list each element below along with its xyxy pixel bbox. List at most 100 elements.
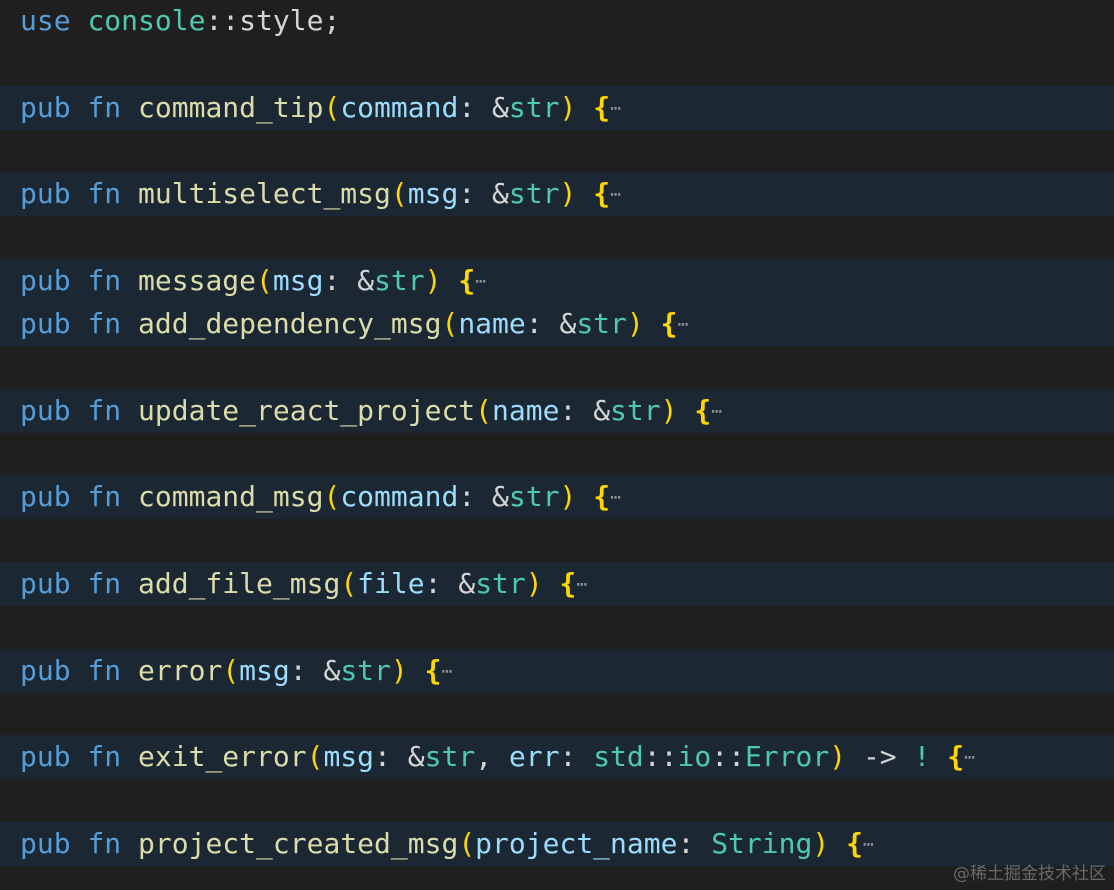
function-name: command_tip bbox=[138, 90, 324, 124]
code-token: : bbox=[677, 826, 712, 860]
code-token: str bbox=[610, 393, 661, 427]
code-token: name bbox=[492, 393, 560, 427]
folded-code-line[interactable]: pub fn multiselect_msg(msg: &str) {⋯ bbox=[0, 172, 1114, 217]
fold-ellipsis-icon[interactable]: ⋯ bbox=[610, 98, 621, 119]
code-line[interactable] bbox=[0, 129, 1114, 173]
code-line[interactable] bbox=[0, 432, 1114, 476]
code-token: ( bbox=[323, 90, 341, 124]
keyword-token: pub bbox=[20, 177, 71, 211]
code-token: ) bbox=[559, 480, 577, 514]
code-token: & bbox=[458, 566, 476, 600]
code-token: ) bbox=[559, 90, 577, 124]
code-token: Error bbox=[744, 740, 830, 774]
function-name: project_created_msg bbox=[138, 826, 459, 860]
code-token: : bbox=[559, 740, 594, 774]
folded-code-line[interactable]: pub fn add_dependency_msg(name: &str) {⋯ bbox=[0, 302, 1114, 347]
code-token: msg bbox=[272, 263, 324, 297]
keyword-token: pub bbox=[20, 480, 71, 514]
code-token: & bbox=[559, 307, 577, 341]
fold-ellipsis-icon[interactable]: ⋯ bbox=[610, 184, 621, 205]
code-token: console bbox=[87, 4, 206, 37]
keyword-token: pub bbox=[20, 566, 71, 600]
code-line[interactable] bbox=[0, 42, 1114, 86]
code-token: : bbox=[458, 90, 493, 124]
code-token: ) bbox=[660, 393, 678, 427]
code-token: file bbox=[357, 566, 425, 600]
code-token: ( bbox=[475, 393, 493, 427]
code-token: & bbox=[407, 740, 425, 774]
fold-ellipsis-icon[interactable]: ⋯ bbox=[863, 834, 874, 855]
function-name: update_react_project bbox=[138, 393, 476, 427]
code-token: : bbox=[458, 177, 493, 211]
folded-code-line[interactable]: pub fn message(msg: &str) {⋯ bbox=[0, 258, 1114, 303]
code-line[interactable] bbox=[0, 692, 1114, 736]
fold-ellipsis-icon[interactable]: ⋯ bbox=[677, 314, 688, 335]
fold-ellipsis-icon[interactable]: ⋯ bbox=[711, 401, 722, 422]
code-line[interactable] bbox=[0, 605, 1114, 649]
code-token: & bbox=[357, 263, 375, 297]
code-token: ( bbox=[390, 177, 408, 211]
folded-code-line[interactable]: pub fn command_tip(command: &str) {⋯ bbox=[0, 85, 1114, 130]
keyword-token: fn bbox=[87, 393, 122, 427]
code-token: { bbox=[458, 263, 476, 297]
code-token: name bbox=[458, 307, 526, 341]
folded-code-line[interactable]: pub fn error(msg: &str) {⋯ bbox=[0, 648, 1114, 693]
keyword-token: fn bbox=[87, 566, 122, 600]
code-line[interactable] bbox=[0, 216, 1114, 260]
keyword-token: fn bbox=[87, 740, 122, 774]
folded-code-line[interactable]: pub fn project_created_msg(project_name:… bbox=[0, 821, 1114, 866]
code-line[interactable]: use console::style; bbox=[0, 0, 1114, 43]
folded-code-line[interactable]: pub fn update_react_project(name: &str) … bbox=[0, 388, 1114, 433]
folded-code-line[interactable]: pub fn exit_error(msg: &str, err: std::i… bbox=[0, 735, 1114, 780]
fold-ellipsis-icon[interactable]: ⋯ bbox=[441, 661, 452, 682]
fold-ellipsis-icon[interactable]: ⋯ bbox=[964, 747, 975, 768]
code-token: & bbox=[492, 480, 509, 514]
code-line[interactable] bbox=[0, 345, 1114, 389]
code-token: err bbox=[508, 740, 560, 774]
code-line[interactable] bbox=[0, 778, 1114, 822]
code-token: io bbox=[677, 740, 712, 774]
code-token: ( bbox=[441, 307, 459, 341]
function-name: error bbox=[138, 653, 223, 687]
code-token: { bbox=[424, 653, 442, 687]
folded-code-line[interactable]: pub fn command_msg(command: &str) {⋯ bbox=[0, 475, 1114, 520]
code-token: str bbox=[576, 307, 627, 341]
fold-ellipsis-icon[interactable]: ⋯ bbox=[475, 271, 486, 292]
code-token: project_name bbox=[475, 826, 678, 860]
code-token: , bbox=[475, 740, 509, 774]
keyword-token: pub bbox=[20, 90, 71, 124]
fold-ellipsis-icon[interactable]: ⋯ bbox=[576, 574, 587, 595]
code-editor[interactable]: use console::style; pub fn command_tip(co… bbox=[0, 0, 1114, 890]
fold-ellipsis-icon[interactable]: ⋯ bbox=[610, 487, 621, 508]
keyword-token: pub bbox=[20, 740, 71, 774]
watermark: @稀土掘金技术社区 bbox=[953, 864, 1106, 884]
code-line[interactable] bbox=[0, 519, 1114, 563]
code-token: msg bbox=[323, 740, 375, 774]
folded-code-line[interactable]: pub fn add_file_msg(file: &str) {⋯ bbox=[0, 561, 1114, 606]
code-token: msg bbox=[407, 177, 459, 211]
code-token: str bbox=[475, 566, 526, 600]
keyword-token: fn bbox=[87, 177, 122, 211]
code-token: ! bbox=[913, 740, 931, 774]
code-token: ( bbox=[222, 653, 240, 687]
keyword-token: fn bbox=[87, 480, 122, 514]
code-token: { bbox=[593, 480, 611, 514]
code-token: ) bbox=[525, 566, 543, 600]
